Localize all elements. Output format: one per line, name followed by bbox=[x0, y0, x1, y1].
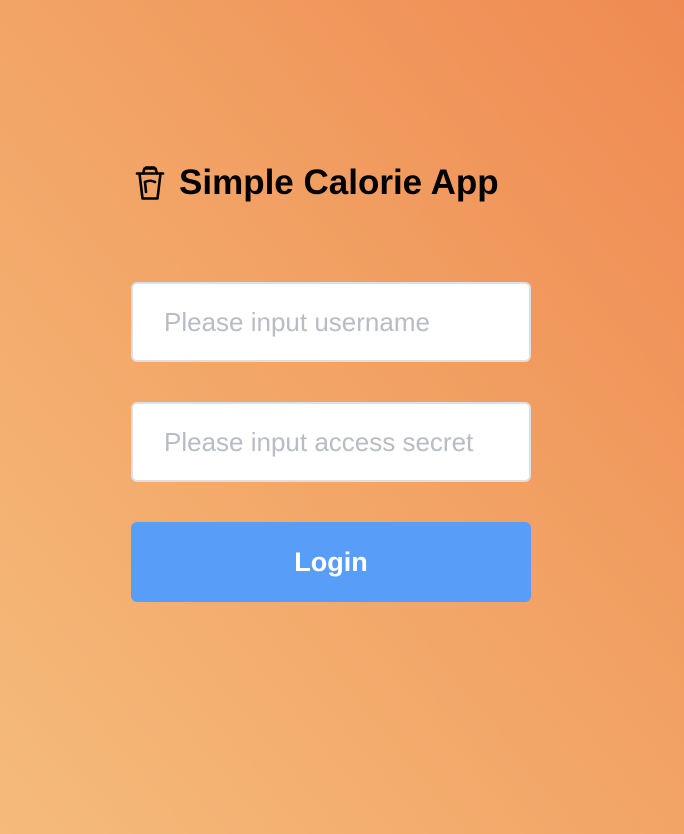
app-header: Simple Calorie App bbox=[135, 161, 531, 205]
login-panel: Simple Calorie App Login bbox=[131, 161, 531, 602]
access-secret-field[interactable] bbox=[131, 402, 531, 482]
username-input[interactable] bbox=[133, 284, 529, 360]
username-field[interactable] bbox=[131, 282, 531, 362]
login-button[interactable]: Login bbox=[131, 522, 531, 602]
app-title: Simple Calorie App bbox=[179, 163, 499, 202]
access-secret-input[interactable] bbox=[133, 404, 529, 480]
drink-cup-icon bbox=[135, 165, 165, 201]
